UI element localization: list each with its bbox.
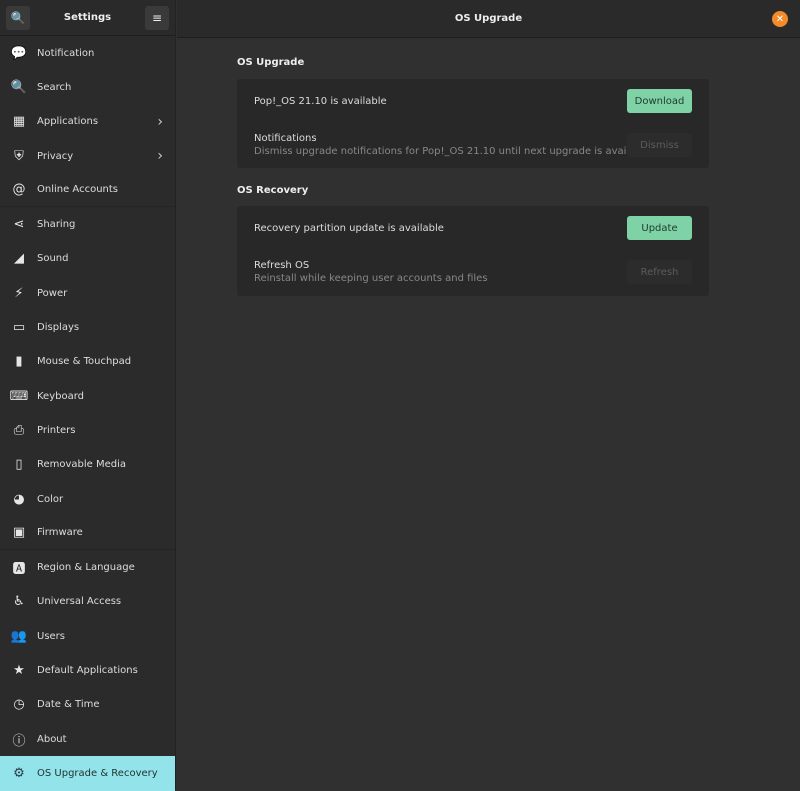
region-language-icon: 🅰 (12, 562, 26, 578)
star-icon: ★ (13, 662, 25, 678)
sidebar-item-applications[interactable]: ▦ Applications › (0, 105, 175, 139)
sidebar-item-sharing[interactable]: ⋖ Sharing (0, 207, 175, 241)
at-icon: @ (12, 182, 26, 198)
sidebar-item-label: Removable Media (37, 459, 127, 471)
removable-media-icon: ▯ (15, 457, 23, 473)
sidebar-item-label: Sharing (37, 219, 76, 231)
sidebar-item-removable-media[interactable]: ▯ Removable Media (0, 448, 175, 482)
sidebar-item-displays[interactable]: ▭ Displays (0, 310, 175, 344)
sidebar-item-label: Sound (37, 253, 69, 265)
sidebar-item-label: OS Upgrade & Recovery (37, 767, 158, 779)
sidebar-item-label: Firmware (37, 527, 83, 539)
close-button[interactable]: ✕ (772, 11, 788, 27)
download-button[interactable]: Download (627, 89, 692, 113)
sound-icon: ◢ (14, 251, 24, 267)
sidebar-item-label: Keyboard (37, 390, 85, 402)
share-icon: ⋖ (13, 217, 25, 233)
os-upgrade-heading: OS Upgrade (237, 57, 305, 68)
sidebar-item-label: Date & Time (37, 699, 100, 711)
refresh-os-row: Refresh OS Reinstall while keeping user … (237, 250, 709, 294)
search-icon: 🔍 (10, 10, 26, 25)
chevron-right-icon: › (157, 148, 163, 165)
sidebar-item-search[interactable]: 🔍 Search (0, 70, 175, 104)
sidebar-item-os-upgrade-recovery[interactable]: ⚙ OS Upgrade & Recovery (0, 756, 175, 791)
sidebar-item-firmware[interactable]: ▣ Firmware (0, 516, 175, 551)
sidebar-header: 🔍 Settings ≡ (0, 0, 175, 36)
firmware-icon: ▣ (12, 525, 26, 541)
sidebar-item-label: About (37, 733, 67, 745)
refresh-button[interactable]: Refresh (627, 260, 692, 284)
sidebar-item-label: Notification (37, 47, 95, 59)
color-icon: ◕ (13, 491, 25, 507)
privacy-icon: ⛨ (14, 148, 24, 164)
sidebar-item-label: Displays (37, 322, 80, 334)
printer-icon: ⎙ (13, 422, 25, 438)
sidebar-item-label: Users (37, 630, 66, 642)
sidebar-item-label: Power (37, 287, 68, 299)
users-icon: 👥 (10, 628, 28, 644)
sidebar-item-printers[interactable]: ⎙ Printers (0, 413, 175, 447)
sidebar-item-sound[interactable]: ◢ Sound (0, 242, 175, 276)
chevron-right-icon: › (157, 113, 163, 130)
keyboard-icon: ⌨ (9, 388, 29, 404)
sidebar-item-privacy[interactable]: ⛨ Privacy › (0, 139, 175, 173)
update-button[interactable]: Update (627, 216, 692, 240)
sidebar-item-label: Universal Access (37, 596, 122, 608)
clock-icon: ◷ (13, 697, 25, 713)
upgrade-available-row: Pop!_OS 21.10 is available Download (237, 79, 709, 123)
sidebar-item-online-accounts[interactable]: @ Online Accounts (0, 173, 175, 208)
close-icon: ✕ (775, 13, 785, 25)
sidebar-item-mouse-touchpad[interactable]: ▮ Mouse & Touchpad (0, 345, 175, 379)
sidebar-item-label: Applications (37, 116, 99, 128)
os-upgrade-card: Pop!_OS 21.10 is available Download Noti… (237, 79, 709, 168)
sidebar: 🔍 Settings ≡ 💬 Notification 🔍 Search ▦ Applic… (0, 0, 176, 791)
power-icon: ⚡ (14, 285, 24, 301)
sidebar-item-date-time[interactable]: ◷ Date & Time (0, 688, 175, 722)
mouse-icon: ▮ (15, 354, 23, 370)
sidebar-item-users[interactable]: 👥 Users (0, 619, 175, 653)
sidebar-item-region-language[interactable]: 🅰 Region & Language (0, 550, 175, 584)
applications-icon: ▦ (12, 114, 26, 130)
sidebar-title: Settings (63, 12, 112, 23)
sidebar-item-label: Region & Language (37, 562, 135, 574)
page-title: OS Upgrade (454, 13, 523, 24)
sidebar-item-label: Color (37, 493, 64, 505)
sidebar-item-keyboard[interactable]: ⌨ Keyboard (0, 379, 175, 413)
notifications-row: Notifications Dismiss upgrade notificati… (237, 123, 709, 167)
os-recovery-card: Recovery partition update is available U… (237, 206, 709, 296)
universal-access-icon: ♿ (13, 594, 25, 610)
sidebar-list: 💬 Notification 🔍 Search ▦ Applications › ⛨ Priva… (0, 36, 175, 791)
sidebar-item-notification[interactable]: 💬 Notification (0, 36, 175, 70)
sidebar-item-label: Printers (37, 424, 76, 436)
dismiss-button[interactable]: Dismiss (627, 133, 692, 157)
upgrade-gear-icon: ⚙ (13, 765, 25, 781)
sidebar-item-default-applications[interactable]: ★ Default Applications (0, 653, 175, 687)
sidebar-item-label: Mouse & Touchpad (37, 356, 132, 368)
sidebar-item-label: Default Applications (37, 664, 138, 676)
notification-icon: 💬 (10, 45, 28, 61)
search-button[interactable]: 🔍 (6, 5, 30, 30)
search-icon: 🔍 (10, 79, 28, 95)
display-icon: ▭ (12, 320, 26, 336)
os-recovery-heading: OS Recovery (237, 185, 309, 196)
menu-icon: ≡ (151, 10, 163, 25)
sidebar-item-power[interactable]: ⚡ Power (0, 276, 175, 310)
sidebar-item-label: Privacy (37, 150, 74, 162)
sidebar-item-about[interactable]: ⓘ About (0, 722, 175, 756)
info-icon: ⓘ (12, 733, 26, 749)
sidebar-item-color[interactable]: ◕ Color (0, 482, 175, 516)
menu-button[interactable]: ≡ (144, 5, 169, 30)
sidebar-item-label: Search (37, 81, 72, 93)
main-header: OS Upgrade ✕ (177, 0, 800, 38)
sidebar-item-label: Online Accounts (37, 184, 119, 196)
recovery-available-row: Recovery partition update is available U… (237, 206, 709, 250)
sidebar-item-universal-access[interactable]: ♿ Universal Access (0, 585, 175, 619)
